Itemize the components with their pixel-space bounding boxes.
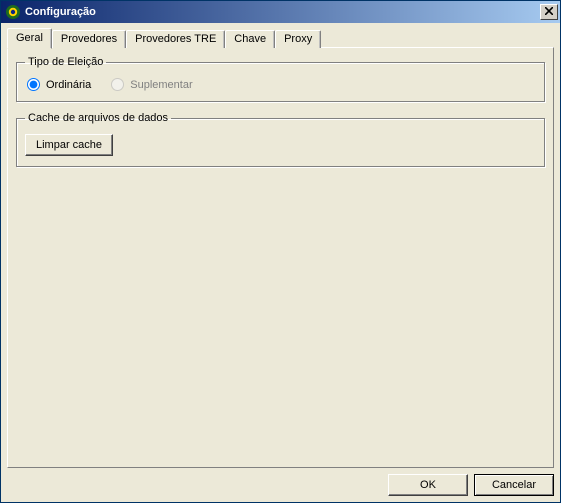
tab-label: Chave [234,33,266,45]
window-title: Configuração [25,6,538,18]
radio-label: Suplementar [130,79,192,91]
tabstrip: Geral Provedores Provedores TRE Chave Pr… [7,27,554,47]
tab-geral[interactable]: Geral [7,28,52,49]
tab-provedores-tre[interactable]: Provedores TRE [126,30,225,48]
client-area: Geral Provedores Provedores TRE Chave Pr… [1,23,560,502]
radio-ordinaria[interactable]: Ordinária [25,78,91,91]
tab-provedores[interactable]: Provedores [52,30,126,48]
dialog-footer: OK Cancelar [7,468,554,496]
tab-label: Provedores [61,33,117,45]
titlebar: Configuração [1,1,560,23]
group-legend: Tipo de Eleição [25,56,106,68]
radio-ordinaria-input[interactable] [27,78,40,91]
app-icon [5,4,21,20]
cancel-button[interactable]: Cancelar [474,474,554,496]
group-legend: Cache de arquivos de dados [25,112,171,124]
radio-suplementar-input [111,78,124,91]
ok-button[interactable]: OK [388,474,468,496]
close-icon [545,7,553,18]
tab-proxy[interactable]: Proxy [275,30,321,48]
radio-row: Ordinária Suplementar [25,78,536,91]
radio-label: Ordinária [46,79,91,91]
radio-suplementar: Suplementar [109,78,192,91]
limpar-cache-button[interactable]: Limpar cache [25,134,113,156]
tab-label: Proxy [284,33,312,45]
config-window: Configuração Geral Provedores Provedores… [0,0,561,503]
tab-label: Geral [16,32,43,44]
close-button[interactable] [540,4,558,20]
group-tipo-eleicao: Tipo de Eleição Ordinária Suplementar [16,56,545,102]
tab-panel-geral: Tipo de Eleição Ordinária Suplementar Ca… [7,47,554,468]
tab-label: Provedores TRE [135,33,216,45]
tab-chave[interactable]: Chave [225,30,275,48]
group-cache: Cache de arquivos de dados Limpar cache [16,112,545,167]
